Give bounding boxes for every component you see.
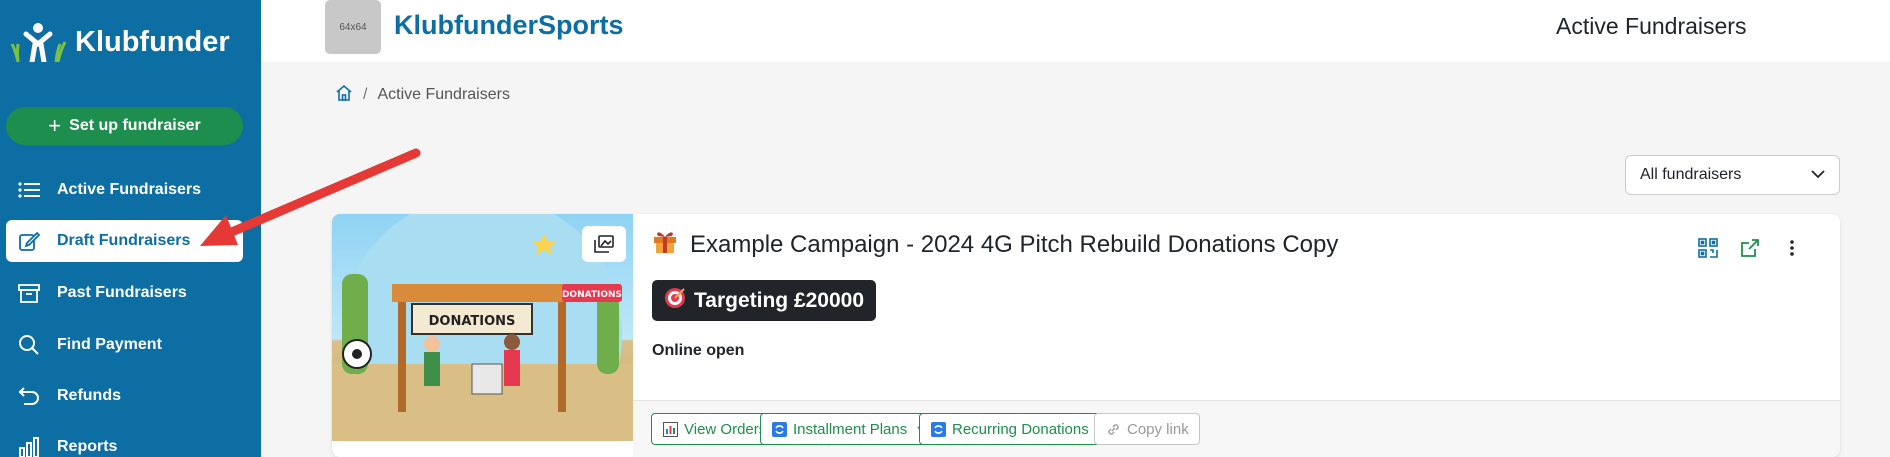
sidebar: Klubfunder + Set up fundraiser Active Fu… bbox=[0, 0, 261, 457]
sidebar-item-label: Find Payment bbox=[57, 336, 162, 353]
copy-link-button[interactable]: Copy link bbox=[1094, 413, 1200, 445]
card-footer: View Orders Installment Plans Recurring … bbox=[633, 400, 1840, 457]
page-title: Active Fundraisers bbox=[1556, 13, 1747, 39]
sidebar-item-refunds[interactable]: Refunds bbox=[6, 375, 243, 417]
card-top-actions bbox=[1696, 236, 1804, 260]
bar-chart-icon bbox=[662, 421, 678, 437]
club-logo: 64x64 bbox=[325, 0, 381, 54]
target-icon bbox=[664, 287, 686, 315]
sidebar-item-label: Draft Fundraisers bbox=[57, 232, 191, 249]
installment-plans-label: Installment Plans bbox=[793, 420, 908, 438]
repeat-icon bbox=[930, 421, 946, 437]
sidebar-item-label: Active Fundraisers bbox=[57, 181, 202, 198]
plus-icon: + bbox=[48, 113, 62, 138]
copy-link-label: Copy link bbox=[1127, 420, 1189, 438]
home-icon[interactable] bbox=[335, 84, 353, 106]
breadcrumb: / Active Fundraisers bbox=[335, 84, 510, 106]
brand-name: Klubfunder bbox=[75, 25, 230, 58]
campaign-status: Online open bbox=[652, 342, 745, 359]
archive-icon bbox=[15, 281, 43, 305]
filter-selected-value: All fundraisers bbox=[1640, 166, 1742, 183]
stall-sign-text: DONATIONS bbox=[429, 314, 516, 329]
images-icon bbox=[594, 235, 614, 253]
breadcrumb-current: Active Fundraisers bbox=[377, 86, 510, 103]
view-orders-button[interactable]: View Orders bbox=[651, 413, 778, 445]
pencil-square-icon bbox=[15, 229, 43, 253]
sidebar-item-draft-fundraisers[interactable]: Draft Fundraisers bbox=[6, 220, 243, 262]
setup-fundraiser-label: Set up fundraiser bbox=[69, 117, 201, 134]
sidebar-item-find-payment[interactable]: Find Payment bbox=[6, 324, 243, 366]
side-banner-text: DONATIONS bbox=[562, 290, 622, 300]
setup-fundraiser-button[interactable]: + Set up fundraiser bbox=[6, 107, 243, 145]
recurring-donations-button[interactable]: Recurring Donations bbox=[919, 413, 1122, 445]
external-link-icon[interactable] bbox=[1738, 236, 1762, 260]
club-name[interactable]: KlubfunderSports bbox=[394, 10, 624, 41]
sidebar-item-past-fundraisers[interactable]: Past Fundraisers bbox=[6, 272, 243, 314]
change-image-button[interactable] bbox=[582, 226, 626, 262]
sidebar-item-active-fundraisers[interactable]: Active Fundraisers bbox=[6, 169, 243, 211]
klubfunder-logo-icon bbox=[10, 23, 67, 62]
list-icon bbox=[15, 178, 43, 202]
qr-code-icon[interactable] bbox=[1696, 236, 1720, 260]
campaign-title-text: Example Campaign - 2024 4G Pitch Rebuild… bbox=[690, 230, 1339, 258]
chevron-down-icon bbox=[1811, 166, 1825, 184]
bar-chart-icon bbox=[15, 435, 43, 457]
link-icon bbox=[1105, 421, 1121, 437]
sidebar-item-label: Refunds bbox=[57, 387, 121, 404]
view-orders-label: View Orders bbox=[684, 420, 767, 438]
sidebar-item-reports[interactable]: Reports bbox=[6, 426, 243, 457]
sidebar-item-label: Past Fundraisers bbox=[57, 284, 187, 301]
campaign-card: DONATIONS DONATIONS Example Campaign - 2… bbox=[332, 214, 1840, 457]
campaign-title[interactable]: Example Campaign - 2024 4G Pitch Rebuild… bbox=[652, 228, 1338, 261]
installment-plans-button[interactable]: Installment Plans bbox=[760, 413, 941, 445]
search-icon bbox=[15, 333, 43, 357]
target-badge: Targeting £20000 bbox=[652, 280, 877, 321]
fundraiser-filter-select[interactable]: All fundraisers bbox=[1625, 155, 1840, 195]
breadcrumb-separator: / bbox=[363, 86, 368, 103]
undo-arrow-icon bbox=[15, 384, 43, 408]
campaign-image: DONATIONS DONATIONS bbox=[332, 214, 633, 441]
gift-icon bbox=[652, 228, 678, 261]
sidebar-item-label: Reports bbox=[57, 438, 118, 455]
recurring-donations-label: Recurring Donations bbox=[952, 420, 1089, 438]
repeat-icon bbox=[771, 421, 787, 437]
top-header: 64x64 KlubfunderSports Active Fundraiser… bbox=[261, 0, 1890, 62]
brand[interactable]: Klubfunder bbox=[8, 22, 230, 62]
more-options-icon[interactable] bbox=[1780, 236, 1804, 260]
target-label: Targeting £20000 bbox=[694, 288, 865, 312]
